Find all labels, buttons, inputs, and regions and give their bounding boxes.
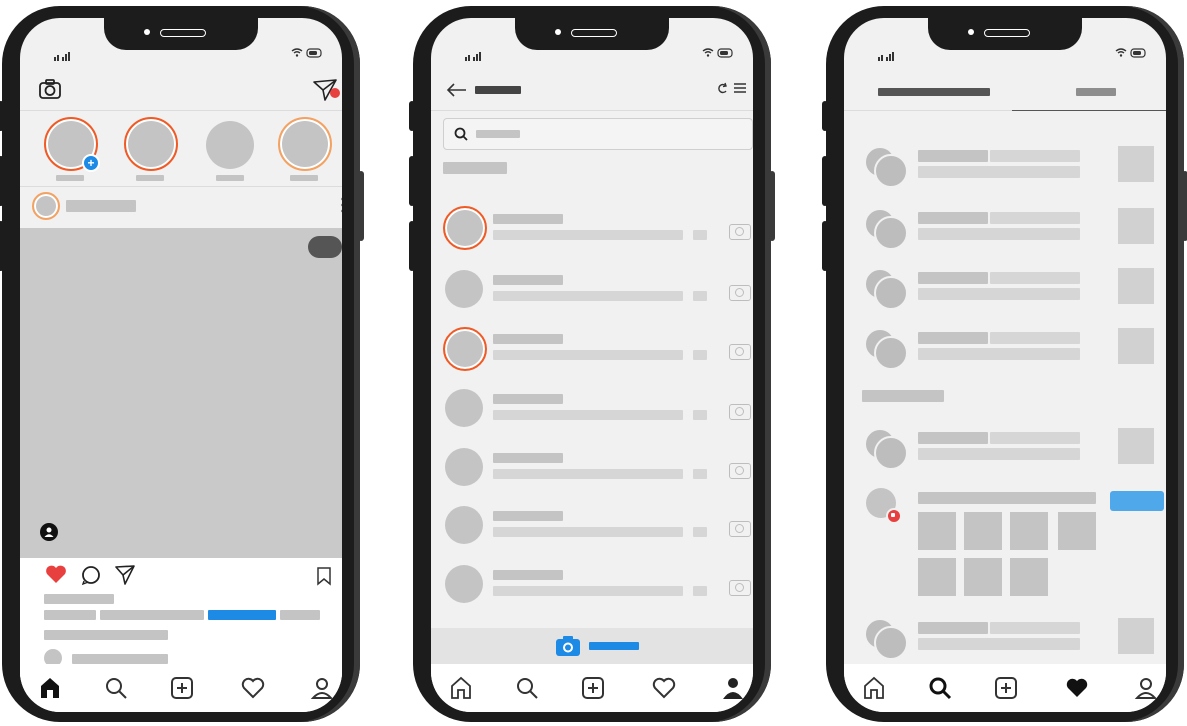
suggested-post-thumbnail[interactable]: [964, 512, 1002, 550]
share-icon[interactable]: [114, 564, 136, 586]
suggested-post-thumbnail[interactable]: [1010, 558, 1048, 596]
comment-icon[interactable]: [80, 564, 102, 586]
signal-icon: [878, 48, 900, 66]
camera-bar[interactable]: [431, 628, 753, 664]
camera-icon[interactable]: [729, 344, 751, 360]
post-thumbnail[interactable]: [1118, 146, 1154, 182]
post-author-name[interactable]: [66, 200, 136, 212]
profile-icon[interactable]: [721, 676, 745, 700]
feed-screen: +: [20, 18, 342, 712]
post-thumbnail[interactable]: [1118, 268, 1154, 304]
tab-following[interactable]: [878, 88, 990, 96]
story-avatar[interactable]: [206, 121, 254, 169]
notch: [515, 18, 669, 50]
search-input[interactable]: [443, 118, 753, 150]
search-icon[interactable]: [515, 676, 539, 700]
bottom-nav: [20, 664, 342, 712]
tab-you[interactable]: [1076, 88, 1116, 96]
wifi-battery-icon: [290, 46, 324, 64]
direct-screen: [431, 18, 753, 712]
add-post-icon[interactable]: [170, 676, 194, 700]
home-icon[interactable]: [449, 676, 473, 700]
signal-icon: [54, 48, 76, 66]
video-call-icon[interactable]: [715, 82, 729, 96]
add-post-icon[interactable]: [581, 676, 605, 700]
search-icon: [454, 127, 468, 141]
post-image[interactable]: [20, 228, 342, 558]
story-avatar[interactable]: [278, 117, 332, 171]
home-icon[interactable]: [38, 676, 62, 700]
search-icon[interactable]: [104, 676, 128, 700]
post-author-avatar[interactable]: [32, 192, 60, 220]
conversation-avatar[interactable]: [443, 206, 487, 250]
heart-icon[interactable]: [44, 563, 68, 585]
add-story-icon[interactable]: +: [82, 154, 100, 172]
conversation-avatar[interactable]: [445, 506, 483, 544]
heart-icon[interactable]: [651, 676, 677, 700]
camera-icon[interactable]: [729, 463, 751, 479]
wifi-battery-icon: [701, 46, 735, 64]
post-thumbnail[interactable]: [1118, 618, 1154, 654]
conversation-avatar[interactable]: [445, 448, 483, 486]
follow-button[interactable]: [1110, 491, 1164, 511]
camera-icon[interactable]: [729, 285, 751, 301]
suggested-post-thumbnail[interactable]: [1010, 512, 1048, 550]
tagged-user-icon[interactable]: [40, 523, 58, 541]
phone-feed: +: [0, 6, 364, 722]
camera-icon: [556, 636, 580, 656]
direct-message-icon[interactable]: [312, 78, 342, 104]
bottom-nav: [431, 664, 753, 712]
activity-screen: [844, 18, 1166, 712]
image-counter-badge: [308, 236, 342, 258]
profile-icon[interactable]: [1134, 676, 1158, 700]
camera-icon[interactable]: [729, 521, 751, 537]
more-options-icon[interactable]: [341, 196, 342, 219]
conversation-avatar[interactable]: [443, 327, 487, 371]
username-title: [475, 86, 521, 94]
conversation-avatar[interactable]: [445, 389, 483, 427]
bottom-nav: [844, 664, 1166, 712]
conversation-avatar[interactable]: [445, 270, 483, 308]
post-thumbnail[interactable]: [1118, 208, 1154, 244]
notch: [928, 18, 1082, 50]
wifi-battery-icon: [1114, 46, 1148, 64]
back-arrow-icon[interactable]: [445, 82, 467, 98]
conversation-avatar[interactable]: [445, 565, 483, 603]
suggested-post-thumbnail[interactable]: [964, 558, 1002, 596]
suggested-post-thumbnail[interactable]: [918, 512, 956, 550]
post-thumbnail[interactable]: [1118, 428, 1154, 464]
phone-activity: [822, 6, 1187, 722]
menu-icon[interactable]: [733, 82, 747, 94]
camera-icon[interactable]: [729, 404, 751, 420]
phone-direct: [409, 6, 775, 722]
signal-icon: [465, 48, 487, 66]
post-thumbnail[interactable]: [1118, 328, 1154, 364]
home-icon[interactable]: [862, 676, 886, 700]
camera-icon[interactable]: [729, 580, 751, 596]
suggested-post-thumbnail[interactable]: [918, 558, 956, 596]
story-avatar[interactable]: [124, 117, 178, 171]
notch: [104, 18, 258, 50]
bookmark-icon[interactable]: [316, 566, 332, 586]
camera-icon[interactable]: [38, 78, 62, 100]
camera-icon[interactable]: [729, 224, 751, 240]
live-badge-icon: [886, 508, 902, 524]
profile-icon[interactable]: [310, 676, 334, 700]
search-icon[interactable]: [928, 676, 952, 700]
heart-icon[interactable]: [240, 676, 266, 700]
heart-icon[interactable]: [1064, 676, 1090, 700]
add-post-icon[interactable]: [994, 676, 1018, 700]
suggested-post-thumbnail[interactable]: [1058, 512, 1096, 550]
